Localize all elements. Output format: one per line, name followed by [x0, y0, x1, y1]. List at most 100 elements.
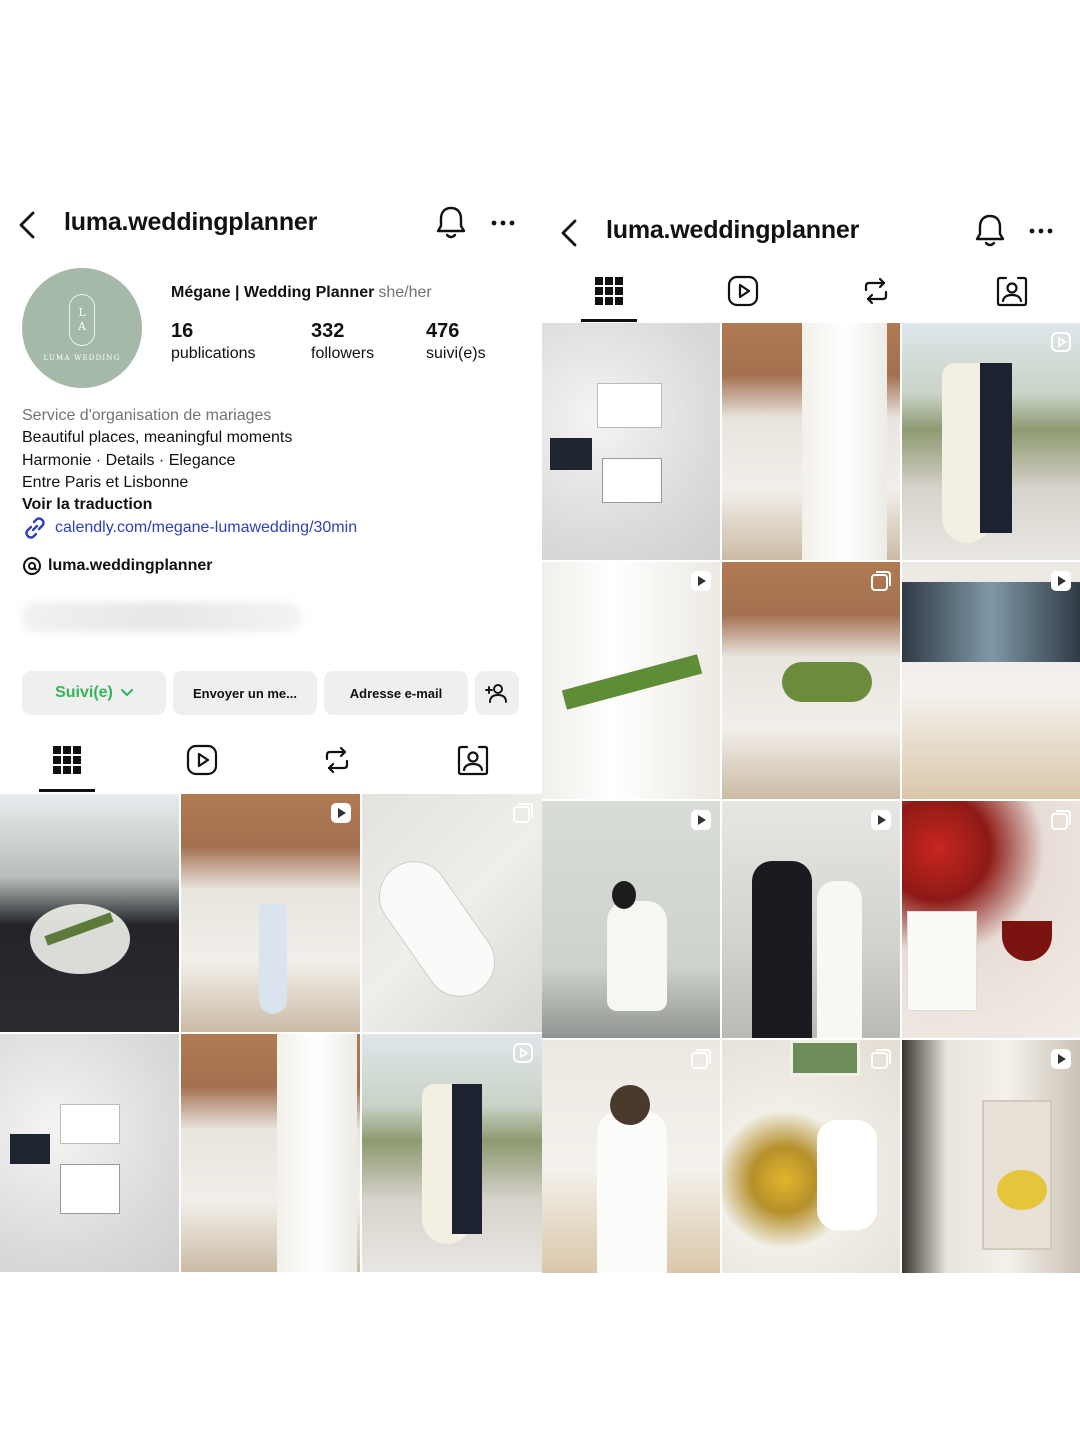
post-thumbnail[interactable]	[362, 1034, 542, 1272]
grid-icon	[53, 746, 81, 774]
post-thumbnail[interactable]	[181, 1034, 360, 1272]
link-icon	[25, 517, 45, 539]
reel-badge-icon	[1051, 332, 1071, 352]
stat-following[interactable]: 476 suivi(e)s	[426, 320, 486, 363]
stat-label: followers	[311, 345, 375, 362]
reels-icon	[186, 744, 218, 776]
bio: Service d'organisation de mariages Beaut…	[22, 405, 292, 516]
carousel-badge-icon	[691, 1049, 711, 1069]
chevron-down-icon	[120, 689, 133, 696]
tab-tagged[interactable]	[443, 732, 503, 788]
post-thumbnail[interactable]	[722, 562, 900, 799]
email-button[interactable]: Adresse e-mail	[324, 671, 468, 715]
bell-icon[interactable]	[434, 204, 468, 242]
post-thumbnail[interactable]	[902, 562, 1080, 799]
post-thumbnail[interactable]	[902, 801, 1080, 1038]
threads-link[interactable]: luma.weddingplanner	[22, 556, 212, 576]
reel-badge-icon	[331, 803, 351, 823]
post-thumbnail[interactable]	[0, 794, 179, 1032]
add-user-icon	[485, 684, 507, 703]
post-thumbnail[interactable]	[542, 801, 720, 1038]
repost-icon	[864, 277, 888, 305]
stat-value: 332	[311, 320, 345, 342]
profile-panel-left: luma.weddingplanner LA LUMA WEDDING Méga…	[0, 190, 542, 1274]
post-thumbnail[interactable]	[902, 1040, 1080, 1273]
message-button[interactable]: Envoyer un me...	[173, 671, 317, 715]
post-thumbnail[interactable]	[542, 323, 720, 560]
post-thumbnail[interactable]	[722, 323, 900, 560]
profile-header: luma.weddingplanner	[542, 190, 1080, 256]
avatar-label: LUMA WEDDING	[43, 354, 121, 362]
chevron-left-icon[interactable]	[558, 218, 580, 248]
tab-grid[interactable]	[579, 263, 639, 319]
tab-reels[interactable]	[713, 263, 773, 319]
page-title: luma.weddingplanner	[606, 216, 860, 244]
post-thumbnail[interactable]	[0, 1034, 179, 1272]
reel-badge-icon	[513, 1043, 533, 1063]
bio-line: Entre Paris et Lisbonne	[22, 473, 189, 491]
tab-active-indicator	[581, 319, 637, 322]
reel-badge-icon	[691, 571, 711, 591]
profile-panel-right: luma.weddingplanner	[542, 190, 1080, 1274]
reel-badge-icon	[871, 810, 891, 830]
post-thumbnail[interactable]	[722, 1040, 900, 1273]
translate-link[interactable]: Voir la traduction	[22, 494, 292, 516]
post-thumbnail[interactable]	[362, 794, 542, 1032]
post-thumbnail[interactable]	[542, 1040, 720, 1273]
post-thumbnail[interactable]	[722, 801, 900, 1038]
bio-line: Beautiful places, meaningful moments	[22, 429, 293, 447]
reel-badge-icon	[1051, 1049, 1071, 1069]
add-user-button[interactable]	[475, 671, 519, 715]
threads-icon	[23, 557, 41, 575]
tab-active-indicator	[39, 789, 95, 792]
profile-name: Mégane | Wedding Planner she/her	[171, 284, 432, 302]
more-icon[interactable]	[488, 204, 522, 242]
post-thumbnail[interactable]	[902, 323, 1080, 560]
tagged-icon	[996, 276, 1028, 307]
stat-label: suivi(e)s	[426, 345, 486, 362]
tab-tagged[interactable]	[982, 263, 1042, 319]
tab-grid[interactable]	[37, 732, 97, 788]
bio-category: Service d'organisation de mariages	[22, 407, 272, 424]
post-thumbnail[interactable]	[181, 794, 360, 1032]
display-name: Mégane | Wedding Planner	[171, 284, 375, 301]
post-thumbnail[interactable]	[542, 562, 720, 799]
profile-header: luma.weddingplanner	[0, 190, 542, 256]
grid-icon	[595, 277, 623, 305]
carousel-badge-icon	[871, 1049, 891, 1069]
pronouns: she/her	[378, 284, 432, 301]
page-title: luma.weddingplanner	[64, 208, 318, 236]
post-grid	[0, 794, 542, 1272]
bio-link[interactable]: calendly.com/megane-lumawedding/30min	[22, 515, 357, 541]
carousel-badge-icon	[871, 571, 891, 591]
profile-tabs	[542, 263, 1080, 323]
tab-reels[interactable]	[172, 732, 232, 788]
bell-icon[interactable]	[973, 212, 1007, 250]
carousel-badge-icon	[513, 803, 533, 823]
stat-label: publications	[171, 345, 256, 362]
following-button[interactable]: Suivi(e)	[22, 671, 166, 715]
tagged-icon	[457, 745, 489, 776]
bio-line: Harmonie · Details · Elegance	[22, 451, 236, 469]
following-label: Suivi(e)	[55, 684, 113, 701]
stat-posts[interactable]: 16 publications	[171, 320, 256, 363]
stat-followers[interactable]: 332 followers	[311, 320, 374, 363]
stat-value: 16	[171, 320, 194, 342]
reels-icon	[727, 275, 759, 307]
reel-badge-icon	[1051, 571, 1071, 591]
stat-value: 476	[426, 320, 460, 342]
tab-reposts[interactable]	[846, 263, 906, 319]
bio-link-text: calendly.com/megane-lumawedding/30min	[55, 519, 358, 536]
threads-label: luma.weddingplanner	[48, 557, 213, 574]
avatar[interactable]: LA LUMA WEDDING	[22, 268, 142, 388]
profile-tabs	[0, 732, 542, 792]
carousel-badge-icon	[1051, 810, 1071, 830]
avatar-monogram: LA	[69, 294, 95, 346]
post-grid	[542, 323, 1080, 1273]
blurred-mutuals	[22, 602, 302, 632]
chevron-left-icon[interactable]	[16, 210, 38, 240]
tab-reposts[interactable]	[307, 732, 367, 788]
more-icon[interactable]	[1026, 212, 1060, 250]
reel-badge-icon	[691, 810, 711, 830]
repost-icon	[325, 746, 349, 774]
